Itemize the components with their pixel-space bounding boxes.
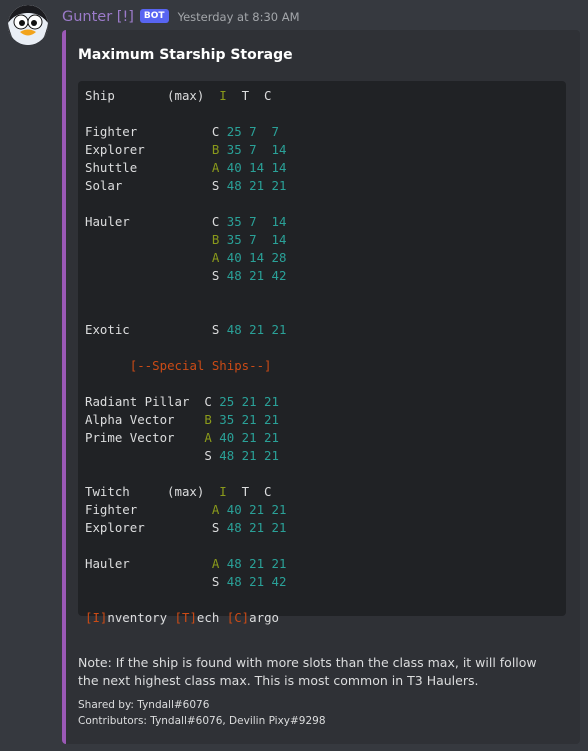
code-text: Ship (max) I T C Fighter C 25 7 7 Explor… bbox=[85, 87, 286, 627]
code-line: Prime Vector A 40 21 21 bbox=[85, 430, 279, 445]
code-segment: 35 7 14 bbox=[226, 232, 287, 247]
username[interactable]: Gunter [!] bbox=[62, 9, 134, 25]
code-segment: [T] bbox=[174, 610, 197, 625]
shared-by: Shared by: Tyndall#6076 bbox=[78, 699, 210, 711]
code-segment: [C] bbox=[226, 610, 250, 625]
code-line: S 48 21 42 bbox=[85, 268, 287, 283]
code-segment: Prime Vector bbox=[85, 430, 205, 445]
code-segment: I bbox=[219, 484, 227, 499]
code-segment: 48 21 21 bbox=[226, 322, 287, 337]
code-segment: [--Special Ships--] bbox=[129, 358, 272, 373]
contributors: Contributors: Tyndall#6076, Devilin Pixy… bbox=[78, 715, 326, 727]
code-segment: nventory bbox=[107, 610, 175, 625]
code-segment: 48 21 21 bbox=[226, 520, 287, 535]
code-segment: Hauler C bbox=[85, 214, 227, 229]
code-segment: ech bbox=[196, 610, 227, 625]
code-segment: Fighter bbox=[85, 502, 212, 517]
code-line: B 35 7 14 bbox=[85, 232, 287, 247]
code-segment: Twitch (max) bbox=[85, 484, 220, 499]
code-segment: Explorer S bbox=[85, 520, 227, 535]
code-segment: Explorer bbox=[85, 142, 212, 157]
code-line: Alpha Vector B 35 21 21 bbox=[85, 412, 279, 427]
code-line: Fighter A 40 21 21 bbox=[85, 502, 286, 517]
code-segment: 48 21 21 bbox=[226, 556, 287, 571]
embed: Maximum Starship Storage Ship (max) I T … bbox=[62, 30, 580, 744]
code-block: Ship (max) I T C Fighter C 25 7 7 Explor… bbox=[78, 81, 566, 625]
code-segment: 35 7 14 bbox=[226, 142, 287, 157]
code-line: [--Special Ships--] bbox=[85, 358, 272, 373]
code-line: S 48 21 21 bbox=[85, 448, 279, 463]
code-line: Hauler C 35 7 14 bbox=[85, 214, 286, 229]
code-segment: T C bbox=[226, 88, 272, 103]
embed-title: Maximum Starship Storage bbox=[78, 47, 293, 63]
code-segment: T C bbox=[226, 484, 272, 499]
code-line: Radiant Pillar C 25 21 21 bbox=[85, 394, 279, 409]
code-segment: 48 21 21 bbox=[226, 178, 287, 193]
code-segment: S bbox=[85, 448, 220, 463]
message-header: Gunter [!] BOT Yesterday at 8:30 AM bbox=[62, 8, 300, 26]
code-segment: [I] bbox=[85, 610, 108, 625]
code-segment: S bbox=[85, 268, 227, 283]
code-line: Fighter C 25 7 7 bbox=[85, 124, 279, 139]
code-line: S 48 21 42 bbox=[85, 574, 287, 589]
code-line: A 40 14 28 bbox=[85, 250, 287, 265]
embed-note: Note: If the ship is found with more slo… bbox=[78, 655, 537, 688]
code-line: Shuttle A 40 14 14 bbox=[85, 160, 286, 175]
code-segment: 25 7 7 bbox=[226, 124, 279, 139]
code-segment: Alpha Vector bbox=[85, 412, 205, 427]
penguin-avatar-icon[interactable] bbox=[8, 5, 48, 45]
code-segment: Radiant Pillar C bbox=[85, 394, 220, 409]
code-line: [I]nventory [T]ech [C]argo bbox=[85, 610, 279, 625]
bot-tag: BOT bbox=[139, 9, 169, 23]
code-segment: Solar S bbox=[85, 178, 227, 193]
code-line: Ship (max) I T C bbox=[85, 88, 272, 103]
code-segment: argo bbox=[249, 610, 279, 625]
code-segment: I bbox=[219, 88, 227, 103]
code-segment: 48 21 42 bbox=[226, 268, 287, 283]
code-segment: 48 21 42 bbox=[226, 574, 287, 589]
code-segment: Exotic S bbox=[85, 322, 227, 337]
code-line: Hauler A 48 21 21 bbox=[85, 556, 286, 571]
code-segment: A bbox=[204, 430, 212, 445]
code-segment: Shuttle bbox=[85, 160, 212, 175]
code-segment: 35 21 21 bbox=[219, 412, 279, 427]
code-segment: S bbox=[85, 574, 227, 589]
code-segment: B bbox=[204, 412, 212, 427]
code-segment: 40 14 28 bbox=[226, 250, 287, 265]
code-segment: 35 7 14 bbox=[226, 214, 287, 229]
code-segment: 40 21 21 bbox=[226, 502, 287, 517]
code-line: Explorer B 35 7 14 bbox=[85, 142, 286, 157]
code-segment: 48 21 21 bbox=[219, 448, 279, 463]
code-segment: Ship (max) bbox=[85, 88, 220, 103]
code-line: Twitch (max) I T C bbox=[85, 484, 272, 499]
code-segment: Hauler bbox=[85, 556, 212, 571]
code-segment: 40 21 21 bbox=[219, 430, 279, 445]
code-segment: Fighter C bbox=[85, 124, 227, 139]
timestamp[interactable]: Yesterday at 8:30 AM bbox=[178, 10, 300, 24]
code-segment: 40 14 14 bbox=[226, 160, 287, 175]
code-line: Explorer S 48 21 21 bbox=[85, 520, 286, 535]
code-line: Exotic S 48 21 21 bbox=[85, 322, 286, 337]
code-line: Solar S 48 21 21 bbox=[85, 178, 286, 193]
code-segment: 25 21 21 bbox=[219, 394, 279, 409]
